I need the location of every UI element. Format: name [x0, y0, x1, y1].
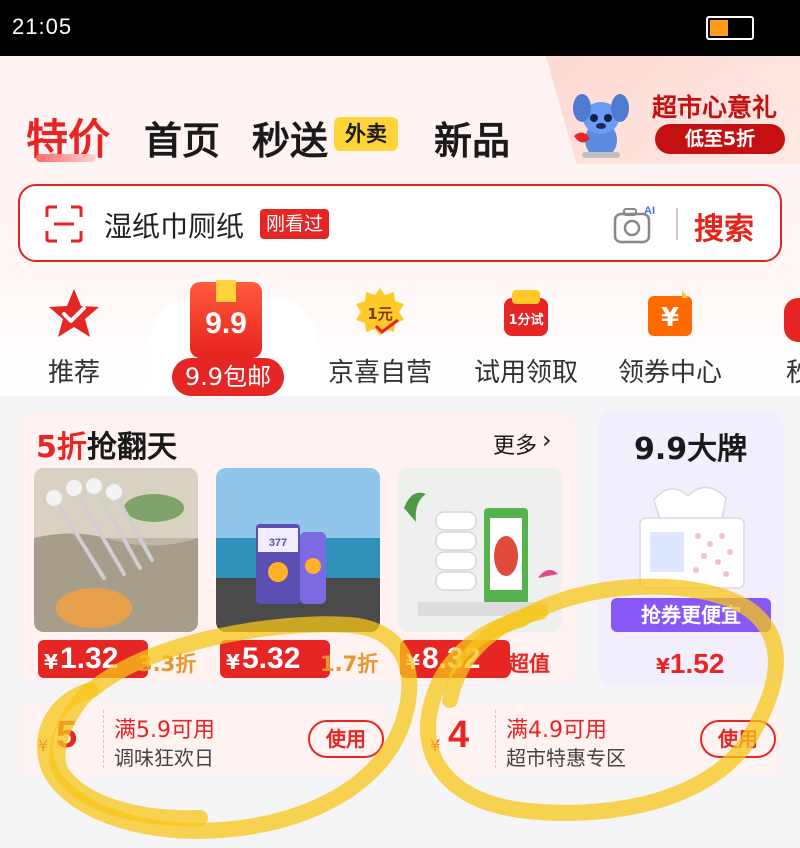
- coupon-amount: 4: [448, 714, 470, 756]
- recently-viewed-tag: 刚看过: [260, 209, 330, 239]
- category-partial-icon[interactable]: [784, 298, 800, 342]
- category-coupon-center[interactable]: ¥ 领券中心: [610, 286, 730, 396]
- category-label: 领券中心: [617, 358, 722, 388]
- coupon-condition: 满4.9可用: [506, 718, 607, 743]
- more-link[interactable]: 更多: [493, 428, 537, 460]
- coupon-card[interactable]: ¥ 5 满5.9可用 调味狂欢日 使用: [18, 702, 390, 776]
- coupon-amount: 5: [56, 714, 78, 756]
- nine-nine-icon[interactable]: 9.9: [190, 280, 262, 358]
- scan-icon[interactable]: [44, 204, 84, 244]
- active-tab-indicator: [36, 154, 96, 162]
- toilet-paper-image: [398, 468, 562, 632]
- category-label: 试用领取: [473, 358, 578, 388]
- price-symbol: ¥: [44, 650, 58, 674]
- search-button[interactable]: 搜索: [694, 204, 754, 248]
- promo-title: 超市心意礼: [652, 93, 778, 122]
- coupon-yen-text: ¥: [661, 303, 679, 333]
- coupon-name: 调味狂欢日: [114, 746, 214, 770]
- camera-icon[interactable]: AI: [612, 202, 658, 246]
- ribbon-icon: [216, 280, 236, 302]
- category-label: 京喜自营: [327, 358, 432, 388]
- brand-card-title: 9.9大牌: [634, 432, 748, 467]
- section-title: 抢翻天: [87, 430, 177, 465]
- one-yuan-badge-icon: 1元: [356, 288, 404, 336]
- price-value: 8.32: [422, 642, 481, 675]
- category-jingxi[interactable]: 1元 京喜自营: [320, 286, 440, 396]
- tab-miaosong[interactable]: 秒送: [252, 110, 328, 165]
- brand-card-price: ¥1.52: [656, 648, 724, 680]
- status-time: 21:05: [12, 14, 73, 39]
- tab-home[interactable]: 首页: [144, 110, 220, 165]
- search-input[interactable]: 湿纸巾厕纸: [104, 205, 244, 245]
- status-bar: 21:05: [0, 0, 800, 56]
- tab-new[interactable]: 新品: [434, 110, 510, 165]
- camera-ai-badge: AI: [644, 205, 655, 217]
- product-price: ¥ 1.32: [38, 640, 148, 678]
- category-trial[interactable]: 1分试 试用领取: [466, 286, 586, 396]
- coupon-symbol: ¥: [38, 736, 49, 755]
- coupon-yen-icon: ¥: [648, 290, 692, 336]
- coupon-symbol: ¥: [430, 736, 441, 755]
- battery-level: [710, 20, 728, 36]
- tissue-box-image: [639, 486, 745, 589]
- forks-image: [34, 468, 198, 632]
- coupon-divider: [495, 710, 496, 768]
- product-image-forks[interactable]: [34, 468, 198, 632]
- product-image-sunscreen[interactable]: 377: [216, 468, 380, 632]
- mascot-icon: [573, 94, 629, 158]
- promo-subtitle[interactable]: 低至5折: [655, 124, 785, 154]
- section-title-highlight: 5折: [36, 430, 87, 465]
- price-value: 1.32: [60, 642, 119, 675]
- one-yuan-badge-text: 1元: [367, 305, 392, 323]
- product-discount: 超值: [508, 652, 550, 676]
- use-coupon-button[interactable]: 使用: [308, 720, 384, 758]
- coupon-card[interactable]: ¥ 4 满4.9可用 超市特惠专区 使用: [410, 702, 782, 776]
- use-coupon-button[interactable]: 使用: [700, 720, 776, 758]
- search-bar[interactable]: 湿纸巾厕纸 刚看过 AI 搜索: [18, 184, 782, 262]
- price-value: 5.32: [242, 642, 301, 675]
- price-value: 1.52: [669, 648, 725, 679]
- search-divider: [676, 208, 678, 240]
- product-price: ¥ 5.32: [220, 640, 330, 678]
- category-nine-nine[interactable]: 9.9包邮: [172, 358, 284, 396]
- trial-icon-text: 1分试: [508, 312, 543, 328]
- battery-icon: [706, 16, 754, 40]
- product-price: ¥ 8.32: [400, 640, 510, 678]
- category-recommend[interactable]: 推荐: [14, 286, 134, 396]
- price-symbol: ¥: [226, 650, 240, 674]
- sunscreen-image: 377: [216, 468, 380, 632]
- product-image-toilet-paper[interactable]: [398, 468, 562, 632]
- nine-nine-icon-text: 9.9: [205, 307, 247, 340]
- waimai-badge: 外卖: [334, 117, 398, 151]
- coupon-name: 超市特惠专区: [506, 746, 626, 770]
- grab-coupon-button[interactable]: 抢券更便宜: [611, 598, 771, 632]
- coupon-condition: 满5.9可用: [114, 718, 215, 743]
- coupon-divider: [103, 710, 104, 768]
- chevron-right-icon[interactable]: ›: [542, 426, 552, 454]
- sunscreen-label-text: 377: [269, 537, 287, 549]
- price-symbol: ¥: [406, 650, 420, 674]
- gift-bag-icon: 1分试: [504, 290, 548, 336]
- category-label: 推荐: [47, 358, 100, 388]
- product-discount: 1.7折: [320, 652, 379, 676]
- category-partial-label[interactable]: 秒: [786, 352, 800, 389]
- star-check-icon: [49, 289, 99, 337]
- price-symbol: ¥: [656, 654, 670, 678]
- product-discount: 3.3折: [138, 652, 197, 676]
